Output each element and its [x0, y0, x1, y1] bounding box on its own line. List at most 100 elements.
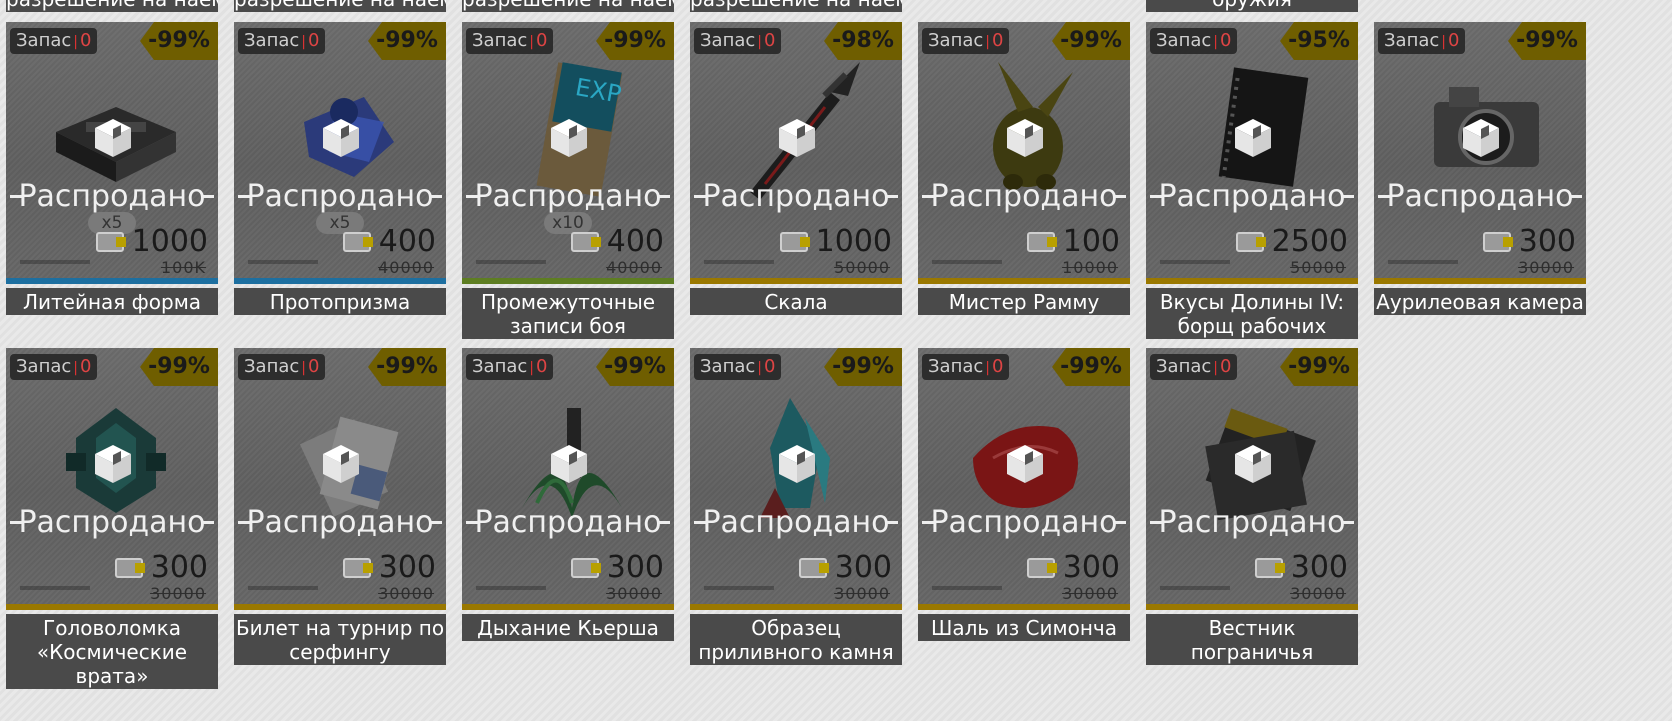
discount-badge: -99% — [1280, 348, 1358, 386]
stock-separator: | — [301, 34, 306, 50]
shop-item-card[interactable]: Запас | 0 -95% Распродано 2500 50000 Вкусы Доли… — [1146, 22, 1358, 339]
divider — [1150, 521, 1162, 524]
top-item-label: разрешение на наем — [690, 0, 902, 12]
item-preview: Запас | 0 -95% Распродано 2500 50000 — [1146, 22, 1358, 284]
fine-print — [932, 260, 1002, 264]
item-preview: Запас | 0 -99% Распродано 300 30000 — [1146, 348, 1358, 610]
price: 1000 — [779, 222, 892, 262]
stock-separator: | — [985, 34, 990, 50]
fine-print — [476, 586, 546, 590]
old-price: 30000 — [150, 584, 206, 603]
price-value: 2500 — [1271, 224, 1348, 259]
stock-separator: | — [73, 360, 78, 376]
discount-badge: -99% — [1508, 22, 1586, 60]
ticket-icon — [342, 557, 375, 579]
cube-icon — [547, 441, 591, 485]
fine-print — [248, 260, 318, 264]
ticket-icon — [798, 557, 831, 579]
top-item-label: разрешение на наем — [462, 0, 674, 12]
price: 400 — [342, 222, 436, 262]
shop-item-card[interactable]: Запас | 0 -99% Распродано 300 30000 Вестник пог… — [1146, 348, 1358, 665]
divider — [10, 195, 22, 198]
stock-label: Запас — [700, 356, 756, 377]
stock-badge: Запас | 0 — [1150, 354, 1238, 380]
ticket-icon — [1026, 231, 1059, 253]
item-name: Промежуточные записи боя — [462, 288, 674, 339]
ticket-icon — [1235, 231, 1268, 253]
item-name: Головоломка «Космические врата» — [6, 614, 218, 689]
item-preview: Запас | 0 -99% Распродано 100 10000 — [918, 22, 1130, 284]
stock-badge: Запас | 0 — [1378, 28, 1466, 54]
item-name: Вкусы Долины IV: борщ рабочих — [1146, 288, 1358, 339]
fine-print — [20, 260, 90, 264]
sold-out-banner: Распродано — [462, 179, 674, 214]
shop-item-card[interactable]: Запас | 0 -99% Распродано x5 400 40000 Протоприз… — [234, 22, 446, 315]
stock-badge: Запас | 0 — [922, 354, 1010, 380]
stock-label: Запас — [16, 356, 72, 377]
price-value: 400 — [606, 224, 664, 259]
item-preview: Запас | 0 -99% Распродано 300 30000 — [1374, 22, 1586, 284]
shop-item-card[interactable]: Запас | 0 -99% Распродано 300 30000 Шаль из Сим… — [918, 348, 1130, 641]
shop-item-card[interactable]: Запас | 0 -99% Распродано 300 30000 Аурилеовая … — [1374, 22, 1586, 315]
stock-count: 0 — [763, 356, 776, 377]
stock-label: Запас — [1156, 30, 1212, 51]
item-preview: Запас | 0 -99% Распродано 300 30000 — [918, 348, 1130, 610]
ticket-icon — [779, 231, 812, 253]
shop-item-card[interactable]: Запас | 0 -99% Распродано 300 30000 Билет на ту… — [234, 348, 446, 665]
discount-badge: -99% — [140, 22, 218, 60]
shop-item-card[interactable]: Запас | 0 -99% Распродано 100 10000 Мистер Рамм… — [918, 22, 1130, 315]
shop-item-card[interactable]: Запас | 0 -98% Распродано 1000 50000 Скала — [690, 22, 902, 315]
shop-item-card[interactable]: Запас | 0 -99% Распродано 300 30000 Дыхание Кье… — [462, 348, 674, 641]
price: 300 — [570, 548, 664, 588]
price: 300 — [114, 548, 208, 588]
divider — [430, 195, 442, 198]
top-item-label: разрешение на наем — [6, 0, 218, 12]
sold-out-banner: Распродано — [462, 505, 674, 540]
rarity-bar — [462, 278, 674, 284]
divider — [202, 521, 214, 524]
discount-badge: -99% — [368, 348, 446, 386]
shop-item-card[interactable]: EXP Запас | 0 -99% Распродано x10 400 40000 Проме… — [462, 22, 674, 339]
shop-item-card[interactable]: Запас | 0 -99% Распродано x5 1000 100K Литейная … — [6, 22, 218, 315]
divider — [658, 521, 670, 524]
fine-print — [1160, 260, 1230, 264]
divider — [886, 195, 898, 198]
fine-print — [20, 586, 90, 590]
sold-out-banner: Распродано — [6, 178, 218, 214]
stock-label: Запас — [244, 356, 300, 377]
price-value: 300 — [1290, 550, 1348, 585]
divider — [466, 195, 478, 198]
old-price: 30000 — [1518, 258, 1574, 277]
price-value: 300 — [606, 550, 664, 585]
discount-badge: -99% — [596, 22, 674, 60]
price-value: 300 — [378, 550, 436, 585]
divider — [1114, 195, 1126, 198]
stock-count: 0 — [535, 356, 548, 377]
discount-badge: -99% — [824, 348, 902, 386]
sold-out-label: Распродано — [246, 178, 434, 214]
top-item-label: оружия — [1146, 0, 1358, 12]
old-price: 10000 — [1062, 258, 1118, 277]
divider — [238, 195, 250, 198]
divider — [202, 195, 214, 198]
old-price: 100K — [160, 258, 206, 277]
fine-print — [1388, 260, 1458, 264]
stock-badge: Запас | 0 — [1150, 28, 1238, 54]
rarity-bar — [462, 604, 674, 610]
item-name: Билет на турнир по серфингу — [234, 614, 446, 665]
cube-icon — [319, 441, 363, 485]
sold-out-label: Распродано — [1386, 178, 1574, 214]
shop-grid: разрешение на наем разрешение на наем ра… — [0, 0, 1672, 721]
shop-item-card[interactable]: Запас | 0 -99% Распродано 300 30000 Головоломка… — [6, 348, 218, 689]
cube-icon — [91, 441, 135, 485]
stock-count: 0 — [991, 356, 1004, 377]
fine-print — [704, 260, 774, 264]
stock-count: 0 — [1219, 30, 1232, 51]
stock-badge: Запас | 0 — [10, 354, 98, 380]
divider — [886, 521, 898, 524]
sold-out-label: Распродано — [18, 178, 206, 214]
stock-separator: | — [1213, 34, 1218, 50]
sold-out-label: Распродано — [246, 504, 434, 540]
price: 300 — [1254, 548, 1348, 588]
shop-item-card[interactable]: Запас | 0 -99% Распродано 300 30000 Образец при… — [690, 348, 902, 665]
